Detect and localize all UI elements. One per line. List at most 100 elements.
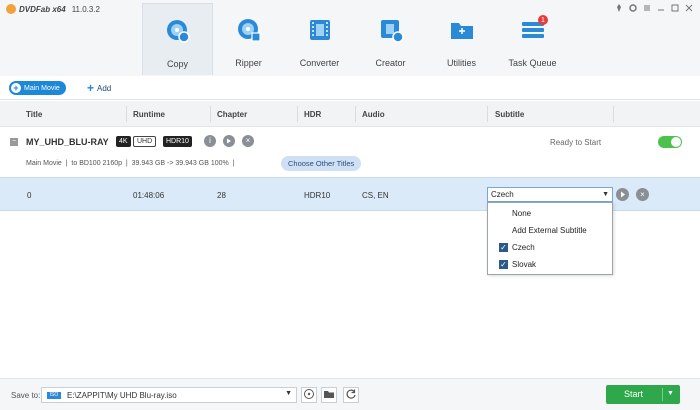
dvdfab-logo-icon	[6, 4, 16, 14]
column-runtime[interactable]: Runtime	[133, 110, 165, 119]
app-version: 11.0.3.2	[71, 4, 101, 14]
settings-icon[interactable]	[223, 135, 235, 147]
source-toolbar: + Main Movie + Add	[0, 76, 700, 100]
tab-utilities-label: Utilities	[446, 58, 476, 68]
column-audio[interactable]: Audio	[362, 110, 385, 119]
output-path: E:\ZAPPIT\My UHD Blu-ray.iso	[67, 391, 177, 400]
tab-ripper-label: Ripper	[235, 58, 262, 68]
column-chapter[interactable]: Chapter	[217, 110, 247, 119]
add-label: Add	[97, 83, 112, 93]
chevron-down-icon: ▼	[285, 390, 292, 397]
plus-icon: +	[87, 81, 95, 95]
chevron-down-icon[interactable]: ▼	[667, 390, 674, 397]
subtitle-selected-value: Czech	[491, 190, 514, 199]
subtitle-option-slovak[interactable]: ✓ Slovak	[488, 256, 612, 273]
cell-hdr: HDR10	[304, 191, 331, 200]
output-path-select[interactable]: ISO E:\ZAPPIT\My UHD Blu-ray.iso ▼	[41, 387, 297, 403]
cell-runtime: 01:48:06	[133, 191, 165, 200]
close-icon[interactable]	[682, 2, 696, 14]
column-divider	[355, 106, 356, 122]
cell-title: 0	[27, 191, 32, 200]
minimize-icon[interactable]	[654, 2, 668, 14]
tag-4k: 4K	[116, 136, 131, 147]
disc-row: − MY_UHD_BLU-RAY 4K UHD HDR10 i × Ready …	[0, 127, 700, 177]
tab-creator[interactable]: Creator	[355, 3, 426, 75]
tab-utilities[interactable]: Utilities	[426, 3, 497, 75]
cell-audio: CS, EN	[362, 191, 389, 200]
plus-icon: +	[11, 83, 21, 93]
chevron-down-icon: ▼	[602, 191, 609, 198]
tab-task-queue-label: Task Queue	[508, 58, 557, 68]
top-bar: DVDFab x64 11.0.3.2 Copy Ripper Converte…	[0, 0, 700, 84]
tag-uhd: UHD	[133, 136, 157, 147]
cell-chapter: 28	[217, 191, 226, 200]
status-text: Ready to Start	[550, 138, 602, 147]
save-to-label: Save to:	[11, 391, 41, 400]
main-movie-label: Main Movie	[24, 84, 60, 92]
start-label: Start	[623, 389, 643, 399]
enable-toggle[interactable]	[658, 136, 682, 148]
window-controls	[612, 2, 696, 14]
choose-other-titles-button[interactable]: Choose Other Titles	[281, 156, 362, 171]
subtitle-option-none[interactable]: None	[488, 205, 612, 222]
tab-converter-label: Converter	[299, 58, 340, 68]
copy-disc-icon	[165, 18, 191, 44]
refresh-icon[interactable]	[343, 387, 359, 403]
column-divider	[126, 106, 127, 122]
disc-name: MY_UHD_BLU-RAY	[26, 137, 109, 147]
menu-icon[interactable]	[640, 2, 654, 14]
folder-icon[interactable]	[321, 387, 337, 403]
tab-copy[interactable]: Copy	[142, 3, 213, 75]
copy-mode: Main Movie	[26, 160, 62, 167]
tab-copy-label: Copy	[166, 59, 188, 69]
checkbox-checked-icon[interactable]: ✓	[499, 243, 508, 252]
column-divider	[613, 106, 614, 122]
size-info: 39.943 GB -> 39.943 GB 100%	[131, 160, 229, 167]
app-logo: DVDFab x64 11.0.3.2	[6, 4, 100, 14]
column-hdr[interactable]: HDR	[304, 110, 321, 119]
tag-hdr10: HDR10	[163, 136, 192, 147]
main-movie-button[interactable]: + Main Movie	[9, 81, 66, 95]
subtitle-option-add-external[interactable]: Add External Subtitle	[488, 222, 612, 239]
tab-converter[interactable]: Converter	[284, 3, 355, 75]
maximize-icon[interactable]	[668, 2, 682, 14]
pin-icon[interactable]	[612, 2, 626, 14]
option-label: Add External Subtitle	[512, 226, 587, 235]
start-divider	[662, 388, 663, 401]
module-tabs: Copy Ripper Converter Creator Utilities	[142, 3, 568, 75]
utilities-folder-icon	[449, 17, 475, 43]
task-queue-badge: 1	[538, 15, 548, 25]
checkbox-checked-icon[interactable]: ✓	[499, 260, 508, 269]
subtitle-dropdown: None Add External Subtitle ✓ Czech ✓ Slo…	[487, 202, 613, 275]
info-icon[interactable]: i	[204, 135, 216, 147]
collapse-icon[interactable]: −	[10, 138, 18, 146]
bottom-bar: Save to: ISO E:\ZAPPIT\My UHD Blu-ray.is…	[0, 378, 700, 410]
ripper-disc-icon	[236, 17, 262, 43]
column-title[interactable]: Title	[26, 110, 42, 119]
column-divider	[297, 106, 298, 122]
tab-ripper[interactable]: Ripper	[213, 3, 284, 75]
subtitle-select[interactable]: Czech ▼	[487, 187, 613, 202]
column-divider	[210, 106, 211, 122]
column-divider	[487, 106, 488, 122]
settings-icon[interactable]	[626, 2, 640, 14]
converter-film-icon	[307, 17, 333, 43]
option-label: Czech	[512, 243, 535, 252]
tab-creator-label: Creator	[375, 58, 406, 68]
add-button[interactable]: + Add	[87, 81, 111, 95]
remove-icon[interactable]: ×	[242, 135, 254, 147]
column-subtitle[interactable]: Subtitle	[495, 110, 524, 119]
start-button[interactable]: Start ▼	[606, 385, 680, 404]
table-header: Title Runtime Chapter HDR Audio Subtitle	[0, 101, 700, 127]
option-label: Slovak	[512, 260, 537, 269]
iso-device-icon: ISO	[47, 392, 61, 399]
play-icon[interactable]	[616, 188, 629, 201]
iso-icon[interactable]	[301, 387, 317, 403]
remove-title-icon[interactable]: ×	[636, 188, 649, 201]
output-target: to BD100 2160p	[71, 160, 123, 167]
tab-task-queue[interactable]: 1 Task Queue	[497, 3, 568, 75]
subtitle-option-czech[interactable]: ✓ Czech	[488, 239, 612, 256]
creator-film-icon	[378, 17, 404, 43]
app-brand: DVDFab x64	[19, 4, 66, 14]
option-label: None	[512, 209, 532, 218]
